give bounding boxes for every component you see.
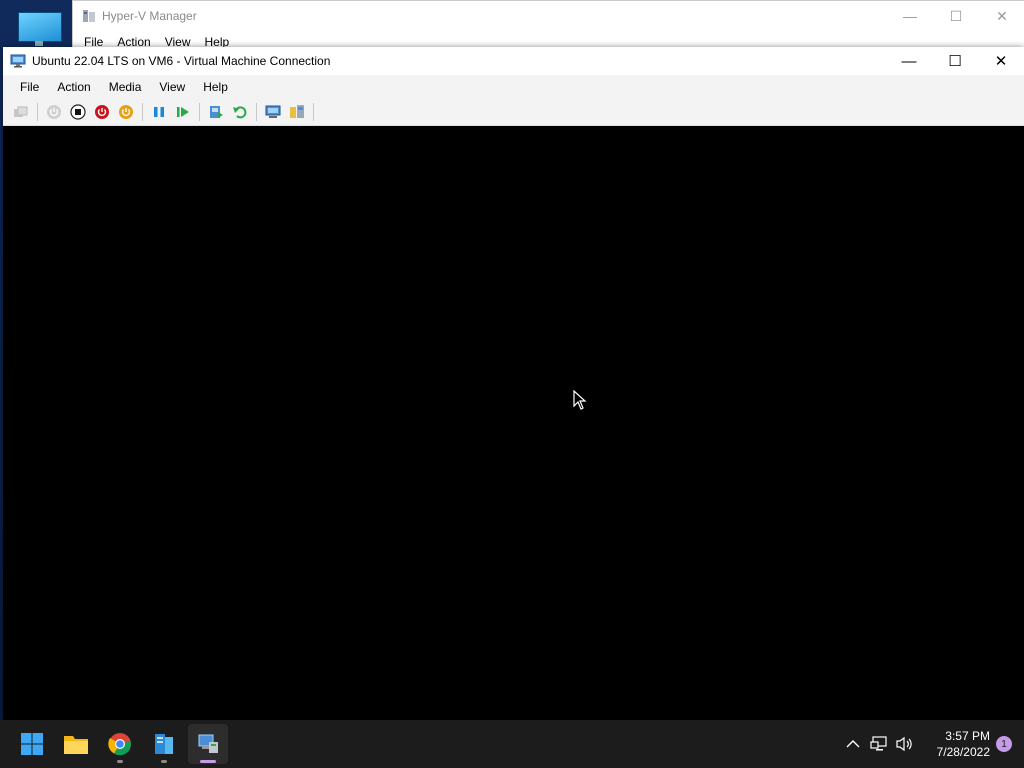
- vm-toolbar: [3, 99, 1024, 126]
- hyper-v-button[interactable]: [188, 724, 228, 764]
- enhanced-session-icon[interactable]: [263, 102, 283, 122]
- clock-date: 7/28/2022: [936, 745, 990, 759]
- vm-display[interactable]: [3, 126, 1024, 720]
- toolbar-separator: [199, 103, 200, 121]
- menu-help[interactable]: Help: [194, 80, 237, 94]
- toolbar-separator: [256, 103, 257, 121]
- mouse-cursor-icon: [573, 390, 587, 410]
- checkpoint-icon[interactable]: [206, 102, 226, 122]
- menu-view[interactable]: View: [150, 80, 194, 94]
- menu-file[interactable]: File: [11, 80, 48, 94]
- notification-badge[interactable]: 1: [996, 736, 1012, 752]
- server-manager-button[interactable]: [144, 724, 184, 764]
- system-tray: 3:57 PM 7/28/2022 1: [840, 720, 1024, 768]
- windows-logo-icon: [21, 733, 43, 755]
- revert-icon[interactable]: [230, 102, 250, 122]
- vm-connection-window[interactable]: Ubuntu 22.04 LTS on VM6 - Virtual Machin…: [3, 47, 1024, 720]
- hyper-v-manager-title: Hyper-V Manager: [102, 9, 197, 23]
- vm-connection-title: Ubuntu 22.04 LTS on VM6 - Virtual Machin…: [32, 54, 331, 68]
- zoom-icon[interactable]: [287, 102, 307, 122]
- chevron-up-icon[interactable]: [841, 732, 865, 756]
- hyper-v-manager-icon: [83, 10, 95, 22]
- chrome-button[interactable]: [100, 724, 140, 764]
- clock[interactable]: 3:57 PM 7/28/2022: [926, 728, 990, 760]
- this-pc-desktop-icon[interactable]: [16, 10, 62, 46]
- volume-icon[interactable]: [893, 732, 917, 756]
- chrome-icon: [108, 733, 132, 756]
- vm-connection-titlebar[interactable]: Ubuntu 22.04 LTS on VM6 - Virtual Machin…: [3, 47, 1024, 75]
- start-button[interactable]: [12, 724, 52, 764]
- maximize-button[interactable]: ☐: [933, 1, 979, 31]
- turn-off-icon[interactable]: [68, 102, 88, 122]
- pause-icon[interactable]: [149, 102, 169, 122]
- taskbar: 3:57 PM 7/28/2022 1: [0, 720, 1024, 768]
- hyper-v-icon: [198, 734, 218, 753]
- network-icon[interactable]: [867, 732, 891, 756]
- minimize-button[interactable]: —: [887, 1, 933, 31]
- shut-down-icon[interactable]: [92, 102, 112, 122]
- close-button[interactable]: ✕: [979, 1, 1024, 31]
- minimize-button[interactable]: —: [886, 47, 932, 75]
- toolbar-separator: [313, 103, 314, 121]
- clock-time: 3:57 PM: [945, 729, 990, 743]
- folder-icon: [64, 736, 88, 754]
- ctrl-alt-del-icon[interactable]: [11, 102, 31, 122]
- hyper-v-manager-titlebar[interactable]: Hyper-V Manager — ☐ ✕: [73, 1, 1024, 31]
- close-button[interactable]: ✕: [978, 47, 1024, 75]
- file-explorer-button[interactable]: [56, 724, 96, 764]
- start-icon[interactable]: [44, 102, 64, 122]
- menu-action[interactable]: Action: [48, 80, 99, 94]
- vm-connection-icon: [10, 54, 26, 68]
- server-manager-icon: [155, 734, 173, 754]
- save-icon[interactable]: [116, 102, 136, 122]
- toolbar-separator: [142, 103, 143, 121]
- vm-menubar: File Action Media View Help: [3, 75, 1024, 99]
- menu-media[interactable]: Media: [100, 80, 151, 94]
- toolbar-separator: [37, 103, 38, 121]
- maximize-button[interactable]: ☐: [932, 47, 978, 75]
- reset-icon[interactable]: [173, 102, 193, 122]
